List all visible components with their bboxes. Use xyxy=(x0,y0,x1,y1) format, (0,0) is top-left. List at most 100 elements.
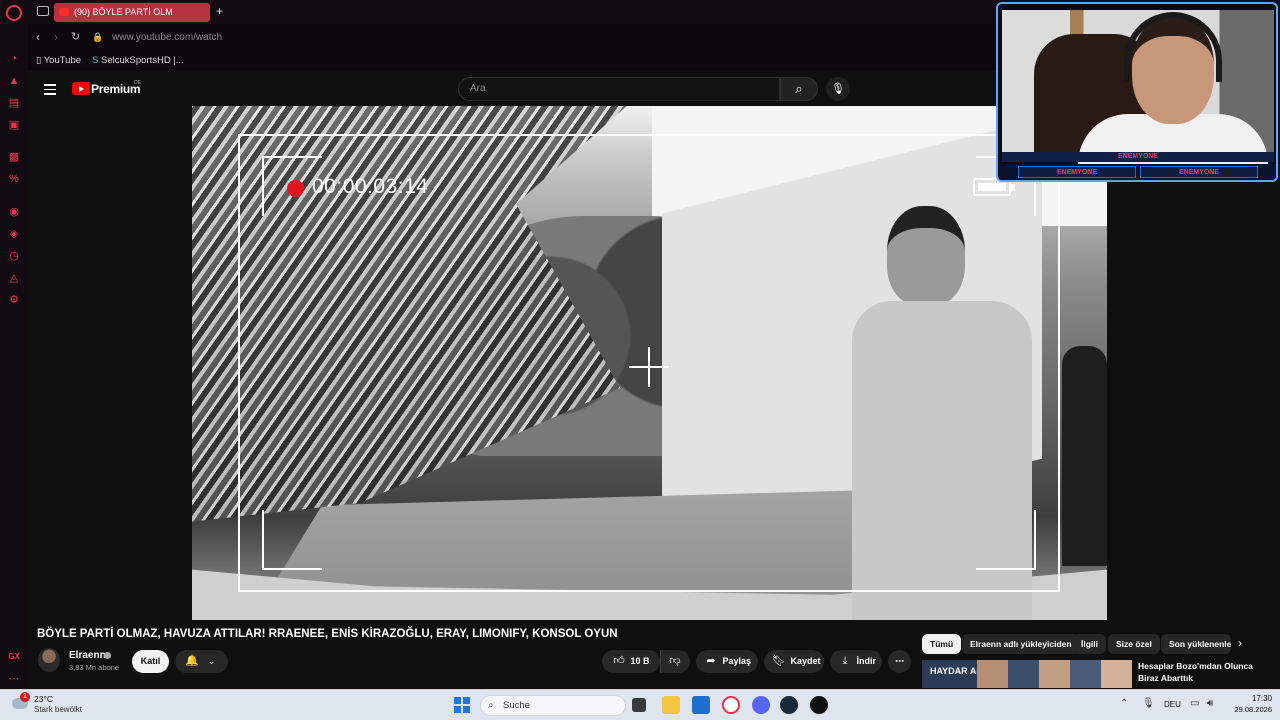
like-button[interactable]: 👍︎ 10 B xyxy=(602,650,660,673)
gx-store-icon[interactable]: ▲ xyxy=(7,74,21,88)
streamer-webcam-overlay: ENEMYONE ENEMYONE ENEMYONE xyxy=(996,2,1278,182)
chip-all[interactable]: Tümü xyxy=(922,634,962,654)
join-button[interactable]: Katıl xyxy=(132,650,169,673)
chip-recently-uploaded[interactable]: Son yüklenenler xyxy=(1161,634,1231,654)
webcam-tag-bar: ENEMYONE ENEMYONE xyxy=(1000,164,1276,180)
language-indicator[interactable]: DEU xyxy=(1164,700,1181,709)
task-view-icon[interactable] xyxy=(632,698,646,712)
thumbs-up-icon: 👍︎ xyxy=(613,655,625,667)
microphone-icon[interactable]: 🎙︎ xyxy=(1142,698,1155,709)
weather-temperature[interactable]: 23°C xyxy=(34,694,53,704)
clock-time[interactable]: 17:30 xyxy=(1234,694,1272,703)
search-icon: ⌕ xyxy=(488,700,494,711)
tab-title: (90) BÖYLE PARTİ OLM xyxy=(74,7,173,17)
download-button[interactable]: ⤓ İndir xyxy=(830,650,882,673)
chip-for-you[interactable]: Size özel xyxy=(1108,634,1160,654)
clock-date[interactable]: 29.08.2026 xyxy=(1222,705,1272,714)
search-icon: ⌕ xyxy=(795,81,803,96)
microphone-icon: 🎙 xyxy=(831,83,845,95)
share-arrow-icon: ➦ xyxy=(706,655,716,667)
opera-gx-logo-icon[interactable] xyxy=(6,5,22,21)
channel-name[interactable]: Elraenn xyxy=(69,650,106,661)
like-count: 10 B xyxy=(630,656,650,666)
address-bar: ‹ › ↻ 🔒 www.youtube.com/watch xyxy=(28,24,998,51)
speaker-icon[interactable] xyxy=(59,8,69,16)
gx-messenger-icon[interactable]: ▣ xyxy=(7,118,21,132)
chevron-up-icon[interactable]: ⌃ xyxy=(1120,698,1128,709)
bookmarks-bar: ▯ YouTube S SelcukSportsHD |... xyxy=(28,51,998,71)
lock-icon[interactable]: 🔒 xyxy=(92,32,103,43)
forward-arrow-icon[interactable]: › xyxy=(54,30,58,44)
twitch-icon[interactable]: ▩ xyxy=(7,150,21,164)
chip-related[interactable]: İlgili xyxy=(1073,634,1106,654)
gx-ext-icon[interactable]: ◬ xyxy=(7,271,21,285)
gx-player-icon[interactable]: ▤ xyxy=(7,96,21,110)
video-title: BÖYLE PARTİ OLMAZ, HAVUZA ATTILAR! RRAEN… xyxy=(37,628,618,640)
gx-play-icon[interactable]: ◉ xyxy=(7,205,21,219)
url-field[interactable]: www.youtube.com/watch xyxy=(112,32,222,43)
bookmark-youtube[interactable]: ▯ YouTube xyxy=(36,55,81,66)
gx-corner-icon[interactable]: GX xyxy=(7,650,21,664)
settings-gear-icon[interactable]: ⚙ xyxy=(7,293,21,307)
chevron-down-icon: ⌄ xyxy=(207,656,216,666)
frame-corner-bl xyxy=(262,510,322,570)
opera-gx-icon[interactable] xyxy=(722,696,740,714)
webcam-banner: ENEMYONE xyxy=(1002,152,1274,162)
volume-icon[interactable]: 🔊︎ xyxy=(1207,698,1213,709)
save-button[interactable]: 🔖︎ Kaydet xyxy=(764,650,824,673)
youtube-brand[interactable]: Premium xyxy=(91,82,141,96)
thumbs-down-icon: 👎︎ xyxy=(669,655,681,667)
share-button[interactable]: ➦ Paylaş xyxy=(696,650,758,673)
search-button[interactable]: ⌕ xyxy=(780,77,818,101)
download-icon: ⤓ xyxy=(842,655,848,667)
app-icon[interactable] xyxy=(810,696,828,714)
more-actions-button[interactable]: ⋯ xyxy=(888,650,911,673)
weather-description[interactable]: Stark bewölkt xyxy=(34,705,82,714)
record-timecode: 00:00:03:14 xyxy=(312,175,429,198)
bookmark-selcuksports[interactable]: S SelcukSportsHD |... xyxy=(92,55,184,66)
taskbar-search-label: Suche xyxy=(503,700,530,711)
gx-pin-icon[interactable]: ◈ xyxy=(7,227,21,241)
chip-from-uploader[interactable]: Elraenn adlı yükleyiciden xyxy=(962,634,1080,654)
search-input[interactable]: Ara xyxy=(458,77,780,101)
recommendation-title[interactable]: Hesaplar Bozo'mdan Olunca Biraz Abarttık xyxy=(1138,660,1273,684)
chevron-right-icon[interactable]: › xyxy=(1238,636,1242,650)
taskbar-search[interactable]: ⌕ Suche xyxy=(480,695,626,716)
channel-avatar[interactable] xyxy=(38,648,60,672)
video-player[interactable]: 00:00:03:14 xyxy=(192,106,1107,620)
gx-control-icon[interactable]: ◔ xyxy=(7,52,21,66)
region-code: DE xyxy=(134,80,141,86)
display-icon[interactable]: ▭ xyxy=(1190,698,1199,709)
notification-badge: 1 xyxy=(20,692,30,702)
recommendation-thumbnail[interactable]: HAYDAR AL xyxy=(922,660,977,688)
bookmark-file-icon: ▯ xyxy=(36,55,42,66)
tab-switcher-icon[interactable] xyxy=(37,6,49,16)
voice-search-button[interactable]: 🎙 xyxy=(826,77,850,101)
bookmark-label: YouTube xyxy=(43,55,82,66)
file-explorer-icon[interactable] xyxy=(662,696,680,714)
dislike-button[interactable]: 👎︎ xyxy=(660,650,690,673)
history-icon[interactable]: ◷ xyxy=(7,249,21,263)
reload-icon[interactable]: ↻ xyxy=(71,30,80,43)
store-icon[interactable] xyxy=(692,696,710,714)
menu-icon[interactable] xyxy=(44,84,56,98)
bookmark-icon: 🔖︎ xyxy=(772,655,786,667)
recommendation-thumbnail-faces[interactable] xyxy=(977,660,1132,688)
windows-taskbar: 1 23°C Stark bewölkt ⌕ Suche ⌃ 🎙︎ DEU ▭ … xyxy=(0,689,1280,720)
steam-icon[interactable] xyxy=(780,696,798,714)
video-person-background xyxy=(1062,346,1107,566)
tab-active[interactable]: (90) BÖYLE PARTİ OLM xyxy=(54,3,210,22)
notification-bell-button[interactable]: 🔔 ⌄ xyxy=(175,650,228,673)
share-label: Paylaş xyxy=(722,656,752,666)
discord-icon[interactable] xyxy=(752,696,770,714)
more-dots-icon[interactable]: ⋯ xyxy=(7,672,21,686)
frame-corner-br xyxy=(976,510,1036,570)
download-label: İndir xyxy=(856,656,877,666)
youtube-logo-icon[interactable] xyxy=(72,82,90,95)
gx-percent-icon[interactable]: % xyxy=(7,172,21,186)
windows-start-icon[interactable] xyxy=(454,697,470,713)
save-label: Kaydet xyxy=(790,656,821,666)
new-tab-button[interactable]: + xyxy=(216,4,223,18)
bookmark-label: SelcukSportsHD |... xyxy=(100,55,184,66)
back-arrow-icon[interactable]: ‹ xyxy=(36,30,40,44)
